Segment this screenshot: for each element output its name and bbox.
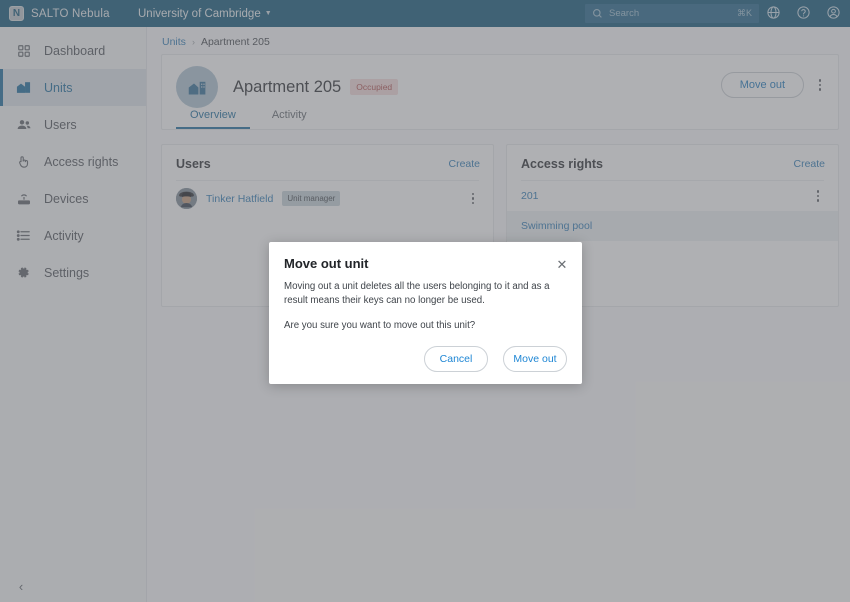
dialog-header: Move out unit ✕: [269, 242, 582, 272]
dialog-footer: Cancel Move out: [424, 346, 567, 372]
dialog-body: Moving out a unit deletes all the users …: [269, 272, 582, 332]
confirm-move-out-button[interactable]: Move out: [503, 346, 567, 372]
dialog-paragraph-2: Are you sure you want to move out this u…: [284, 319, 476, 331]
cancel-button[interactable]: Cancel: [424, 346, 488, 372]
dialog-title: Move out unit: [284, 256, 369, 271]
dialog-paragraph-1: Moving out a unit deletes all the users …: [284, 281, 550, 306]
close-icon[interactable]: ✕: [554, 256, 570, 272]
move-out-unit-dialog: Move out unit ✕ Moving out a unit delete…: [269, 242, 582, 384]
